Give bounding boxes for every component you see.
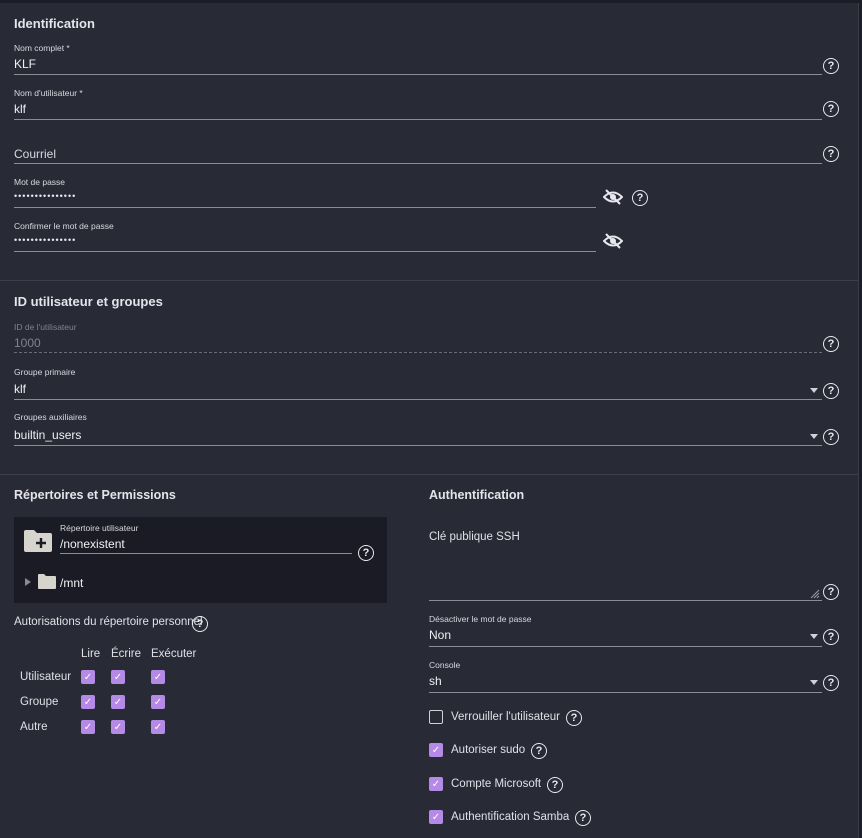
primary-group-underline xyxy=(14,399,822,400)
email-underline xyxy=(14,163,822,164)
help-icon[interactable]: ? xyxy=(632,190,648,206)
uid-label: ID de l'utilisateur xyxy=(14,322,77,332)
primary-group-select[interactable]: klf xyxy=(14,382,822,396)
home-dir-label: Répertoire utilisateur xyxy=(60,523,139,533)
home-dir-underline xyxy=(60,553,352,554)
primary-group-label: Groupe primaire xyxy=(14,367,76,377)
tree-item[interactable]: /mnt xyxy=(60,576,83,590)
disable-password-select[interactable]: Non xyxy=(429,628,822,642)
col-write: Écrire xyxy=(111,648,142,660)
directory-picker: Répertoire utilisateur /nonexistent ? /m… xyxy=(14,517,387,603)
email-input[interactable]: Courriel xyxy=(14,147,822,161)
help-icon[interactable]: ? xyxy=(823,146,839,162)
perm-checkbox[interactable]: ✓ xyxy=(151,695,165,709)
eye-off-icon[interactable] xyxy=(602,233,624,254)
help-icon[interactable]: ? xyxy=(823,58,839,74)
user-form: Identification Nom complet * KLF ? Nom d… xyxy=(0,3,859,838)
username-input[interactable]: klf xyxy=(14,102,822,116)
help-icon[interactable]: ? xyxy=(547,777,563,793)
col-execute: Exécuter xyxy=(151,648,197,660)
username-label: Nom d'utilisateur * xyxy=(14,88,83,98)
aux-groups-select[interactable]: builtin_users xyxy=(14,428,822,442)
username-underline xyxy=(14,119,822,120)
help-icon[interactable]: ? xyxy=(823,675,839,691)
full-name-underline xyxy=(14,74,822,75)
checkbox[interactable] xyxy=(429,710,443,724)
uid-input: 1000 xyxy=(14,336,41,350)
checkbox[interactable]: ✓ xyxy=(429,743,443,757)
full-name-label: Nom complet * xyxy=(14,43,70,53)
password-input[interactable]: ••••••••••••••• xyxy=(14,191,596,201)
perm-checkbox[interactable]: ✓ xyxy=(111,695,125,709)
help-icon[interactable]: ? xyxy=(566,710,582,726)
divider xyxy=(0,280,859,281)
help-icon[interactable]: ? xyxy=(823,629,839,645)
shell-select[interactable]: sh xyxy=(429,674,822,688)
perm-checkbox[interactable]: ✓ xyxy=(111,670,125,684)
perm-checkbox[interactable]: ✓ xyxy=(81,720,95,734)
checkbox-label: Compte Microsoft xyxy=(451,778,542,790)
help-icon[interactable]: ? xyxy=(823,429,839,445)
resize-handle-icon[interactable] xyxy=(810,586,820,604)
perm-checkbox[interactable]: ✓ xyxy=(111,720,125,734)
section-title-ids: ID utilisateur et groupes xyxy=(14,294,163,309)
aux-groups-underline xyxy=(14,445,822,446)
chevron-down-icon[interactable] xyxy=(810,634,818,639)
perm-row-label: Autre xyxy=(20,721,48,733)
confirm-password-input[interactable]: ••••••••••••••• xyxy=(14,235,596,245)
shell-underline xyxy=(429,692,822,693)
checkbox[interactable]: ✓ xyxy=(429,777,443,791)
divider xyxy=(0,474,859,475)
help-icon[interactable]: ? xyxy=(823,383,839,399)
permissions-title: Autorisations du répertoire personnel xyxy=(14,616,203,628)
password-underline xyxy=(14,207,596,208)
expand-arrow-icon[interactable] xyxy=(25,578,31,586)
chevron-down-icon[interactable] xyxy=(810,388,818,393)
aux-groups-label: Groupes auxiliaires xyxy=(14,412,87,422)
password-label: Mot de passe xyxy=(14,177,66,187)
folder-plus-icon[interactable] xyxy=(24,530,52,557)
help-icon[interactable]: ? xyxy=(531,743,547,759)
full-name-input[interactable]: KLF xyxy=(14,57,822,71)
ssh-key-input[interactable]: Clé publique SSH xyxy=(429,531,520,543)
col-read: Lire xyxy=(81,648,101,660)
perm-checkbox[interactable]: ✓ xyxy=(81,670,95,684)
section-title-identification: Identification xyxy=(14,16,95,31)
checkbox-label: Authentification Samba xyxy=(451,811,570,823)
disable-password-underline xyxy=(429,646,822,647)
folder-icon xyxy=(38,574,56,594)
help-icon[interactable]: ? xyxy=(823,584,839,600)
checkbox[interactable]: ✓ xyxy=(429,810,443,824)
section-title-auth: Authentification xyxy=(429,488,525,502)
confirm-password-label: Confirmer le mot de passe xyxy=(14,221,114,231)
chevron-down-icon[interactable] xyxy=(810,680,818,685)
confirm-underline xyxy=(14,251,596,252)
section-title-directories: Répertoires et Permissions xyxy=(14,488,176,502)
perm-row-label: Groupe xyxy=(20,696,59,708)
perm-checkbox[interactable]: ✓ xyxy=(151,720,165,734)
help-icon[interactable]: ? xyxy=(358,545,374,561)
disable-password-label: Désactiver le mot de passe xyxy=(429,614,532,624)
checkbox-label: Autoriser sudo xyxy=(451,744,526,756)
shell-label: Console xyxy=(429,660,461,670)
perm-checkbox[interactable]: ✓ xyxy=(151,670,165,684)
help-icon[interactable]: ? xyxy=(575,810,591,826)
checkbox-label: Verrouiller l'utilisateur xyxy=(451,711,560,723)
perm-checkbox[interactable]: ✓ xyxy=(81,695,95,709)
help-icon[interactable]: ? xyxy=(192,616,208,632)
help-icon[interactable]: ? xyxy=(823,336,839,352)
chevron-down-icon[interactable] xyxy=(810,434,818,439)
uid-underline xyxy=(14,352,822,353)
home-dir-input[interactable]: /nonexistent xyxy=(60,537,352,551)
help-icon[interactable]: ? xyxy=(823,101,839,117)
eye-off-icon[interactable] xyxy=(602,189,624,210)
perm-row-label: Utilisateur xyxy=(20,671,72,683)
ssh-key-underline xyxy=(429,600,822,601)
